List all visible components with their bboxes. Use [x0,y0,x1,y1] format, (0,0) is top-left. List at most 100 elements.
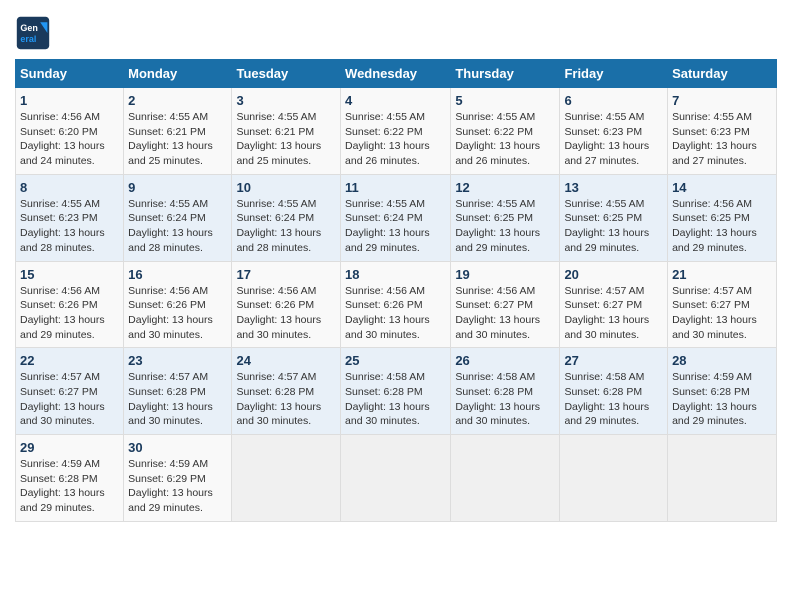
calendar-cell: 10 Sunrise: 4:55 AM Sunset: 6:24 PM Dayli… [232,174,341,261]
calendar-cell: 7 Sunrise: 4:55 AM Sunset: 6:23 PM Daylig… [668,88,777,175]
weekday-header-monday: Monday [124,60,232,88]
day-number: 20 [564,267,663,282]
day-number: 24 [236,353,336,368]
calendar-cell: 21 Sunrise: 4:57 AM Sunset: 6:27 PM Dayli… [668,261,777,348]
calendar-cell: 16 Sunrise: 4:56 AM Sunset: 6:26 PM Dayli… [124,261,232,348]
day-number: 26 [455,353,555,368]
weekday-header-wednesday: Wednesday [341,60,451,88]
calendar-cell [668,435,777,522]
calendar-cell: 8 Sunrise: 4:55 AM Sunset: 6:23 PM Daylig… [16,174,124,261]
day-info: Sunrise: 4:56 AM Sunset: 6:20 PM Dayligh… [20,110,119,169]
day-info: Sunrise: 4:58 AM Sunset: 6:28 PM Dayligh… [345,370,446,429]
day-number: 5 [455,93,555,108]
calendar-cell: 27Sunrise: 4:58 AM Sunset: 6:28 PM Dayli… [560,348,668,435]
day-number: 6 [564,93,663,108]
day-info: Sunrise: 4:55 AM Sunset: 6:23 PM Dayligh… [672,110,772,169]
calendar-table: SundayMondayTuesdayWednesdayThursdayFrid… [15,59,777,522]
calendar-cell: 29 Sunrise: 4:59 AM Sunset: 6:28 PM Dayli… [16,435,124,522]
day-number: 12 [455,180,555,195]
day-number: 22 [20,353,119,368]
calendar-cell: 24 Sunrise: 4:57 AM Sunset: 6:28 PM Dayli… [232,348,341,435]
calendar-cell: 2 Sunrise: 4:55 AM Sunset: 6:21 PM Daylig… [124,88,232,175]
day-info: Sunrise: 4:57 AM Sunset: 6:27 PM Dayligh… [672,284,772,343]
calendar-cell: 14Sunrise: 4:56 AM Sunset: 6:25 PM Dayli… [668,174,777,261]
calendar-cell [451,435,560,522]
day-info: Sunrise: 4:59 AM Sunset: 6:28 PM Dayligh… [672,370,772,429]
day-number: 28 [672,353,772,368]
calendar-cell: 12 Sunrise: 4:55 AM Sunset: 6:25 PM Dayli… [451,174,560,261]
calendar-cell: 23Sunrise: 4:57 AM Sunset: 6:28 PM Dayli… [124,348,232,435]
day-number: 13 [564,180,663,195]
weekday-header-tuesday: Tuesday [232,60,341,88]
week-row-5: 29 Sunrise: 4:59 AM Sunset: 6:28 PM Dayli… [16,435,777,522]
day-info: Sunrise: 4:57 AM Sunset: 6:27 PM Dayligh… [20,370,119,429]
day-number: 11 [345,180,446,195]
day-number: 29 [20,440,119,455]
logo-icon: Gen eral [15,15,51,51]
day-info: Sunrise: 4:56 AM Sunset: 6:26 PM Dayligh… [236,284,336,343]
day-info: Sunrise: 4:56 AM Sunset: 6:25 PM Dayligh… [672,197,772,256]
calendar-cell: 3 Sunrise: 4:55 AM Sunset: 6:21 PM Daylig… [232,88,341,175]
calendar-cell: 25 Sunrise: 4:58 AM Sunset: 6:28 PM Dayli… [341,348,451,435]
svg-text:Gen: Gen [20,23,38,33]
day-info: Sunrise: 4:55 AM Sunset: 6:23 PM Dayligh… [20,197,119,256]
day-number: 15 [20,267,119,282]
weekday-header-friday: Friday [560,60,668,88]
day-info: Sunrise: 4:55 AM Sunset: 6:21 PM Dayligh… [128,110,227,169]
day-number: 21 [672,267,772,282]
day-info: Sunrise: 4:55 AM Sunset: 6:23 PM Dayligh… [564,110,663,169]
day-info: Sunrise: 4:57 AM Sunset: 6:28 PM Dayligh… [236,370,336,429]
calendar-cell: 13Sunrise: 4:55 AM Sunset: 6:25 PM Dayli… [560,174,668,261]
day-info: Sunrise: 4:59 AM Sunset: 6:29 PM Dayligh… [128,457,227,516]
calendar-cell: 5 Sunrise: 4:55 AM Sunset: 6:22 PM Daylig… [451,88,560,175]
calendar-cell: 9 Sunrise: 4:55 AM Sunset: 6:24 PM Daylig… [124,174,232,261]
week-row-2: 8 Sunrise: 4:55 AM Sunset: 6:23 PM Daylig… [16,174,777,261]
calendar-cell: 20 Sunrise: 4:57 AM Sunset: 6:27 PM Dayli… [560,261,668,348]
week-row-3: 15 Sunrise: 4:56 AM Sunset: 6:26 PM Dayli… [16,261,777,348]
day-info: Sunrise: 4:57 AM Sunset: 6:27 PM Dayligh… [564,284,663,343]
calendar-cell: 1Sunrise: 4:56 AM Sunset: 6:20 PM Daylig… [16,88,124,175]
day-number: 7 [672,93,772,108]
day-number: 23 [128,353,227,368]
day-info: Sunrise: 4:56 AM Sunset: 6:27 PM Dayligh… [455,284,555,343]
calendar-cell: 28 Sunrise: 4:59 AM Sunset: 6:28 PM Dayli… [668,348,777,435]
day-info: Sunrise: 4:55 AM Sunset: 6:24 PM Dayligh… [236,197,336,256]
day-info: Sunrise: 4:59 AM Sunset: 6:28 PM Dayligh… [20,457,119,516]
weekday-header-thursday: Thursday [451,60,560,88]
day-info: Sunrise: 4:55 AM Sunset: 6:24 PM Dayligh… [128,197,227,256]
calendar-cell: 18 Sunrise: 4:56 AM Sunset: 6:26 PM Dayli… [341,261,451,348]
day-number: 10 [236,180,336,195]
calendar-cell: 17 Sunrise: 4:56 AM Sunset: 6:26 PM Dayli… [232,261,341,348]
day-number: 2 [128,93,227,108]
day-number: 9 [128,180,227,195]
day-info: Sunrise: 4:55 AM Sunset: 6:25 PM Dayligh… [455,197,555,256]
day-number: 18 [345,267,446,282]
day-number: 8 [20,180,119,195]
day-info: Sunrise: 4:56 AM Sunset: 6:26 PM Dayligh… [345,284,446,343]
week-row-1: 1Sunrise: 4:56 AM Sunset: 6:20 PM Daylig… [16,88,777,175]
calendar-cell [560,435,668,522]
day-info: Sunrise: 4:55 AM Sunset: 6:21 PM Dayligh… [236,110,336,169]
header: Gen eral [15,15,777,51]
calendar-cell: 22 Sunrise: 4:57 AM Sunset: 6:27 PM Dayli… [16,348,124,435]
calendar-cell: 4Sunrise: 4:55 AM Sunset: 6:22 PM Daylig… [341,88,451,175]
calendar-cell: 6 Sunrise: 4:55 AM Sunset: 6:23 PM Daylig… [560,88,668,175]
header-row: SundayMondayTuesdayWednesdayThursdayFrid… [16,60,777,88]
day-number: 25 [345,353,446,368]
calendar-cell: 19Sunrise: 4:56 AM Sunset: 6:27 PM Dayli… [451,261,560,348]
day-number: 17 [236,267,336,282]
day-info: Sunrise: 4:55 AM Sunset: 6:22 PM Dayligh… [455,110,555,169]
day-info: Sunrise: 4:58 AM Sunset: 6:28 PM Dayligh… [455,370,555,429]
calendar-cell: 11Sunrise: 4:55 AM Sunset: 6:24 PM Dayli… [341,174,451,261]
day-info: Sunrise: 4:55 AM Sunset: 6:22 PM Dayligh… [345,110,446,169]
day-info: Sunrise: 4:56 AM Sunset: 6:26 PM Dayligh… [128,284,227,343]
day-number: 3 [236,93,336,108]
calendar-cell [341,435,451,522]
svg-text:eral: eral [20,34,36,44]
day-number: 16 [128,267,227,282]
calendar-cell [232,435,341,522]
logo: Gen eral [15,15,55,51]
day-number: 27 [564,353,663,368]
weekday-header-saturday: Saturday [668,60,777,88]
calendar-cell: 15Sunrise: 4:56 AM Sunset: 6:26 PM Dayli… [16,261,124,348]
